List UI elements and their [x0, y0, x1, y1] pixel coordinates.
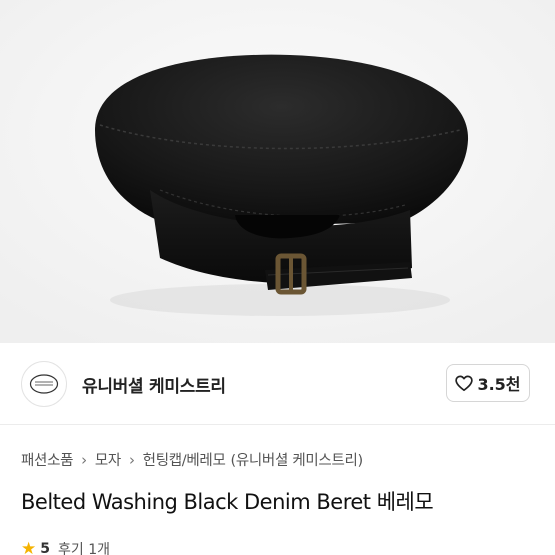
- breadcrumb: 패션소품 › 모자 › 헌팅캡/베레모 (유니버셜 케미스트리): [21, 449, 363, 470]
- review-count-link[interactable]: 후기 1개: [58, 539, 110, 555]
- store-logo-badge: [29, 374, 59, 394]
- store-logo[interactable]: [21, 361, 67, 407]
- like-button[interactable]: 3.5천: [446, 364, 530, 402]
- like-count: 3.5천: [477, 375, 521, 394]
- store-name[interactable]: 유니버셜 케미스트리: [82, 372, 226, 397]
- chevron-right-icon: ›: [128, 450, 135, 469]
- rating-score: 5: [40, 541, 50, 555]
- rating-row[interactable]: ★ 5 후기 1개: [21, 539, 110, 555]
- store-row: 유니버셜 케미스트리 3.5천: [0, 343, 555, 425]
- product-image[interactable]: [0, 0, 555, 343]
- heart-outline-icon: [455, 375, 474, 391]
- star-icon: ★: [21, 538, 37, 555]
- breadcrumb-item-subcategory[interactable]: 모자: [95, 449, 121, 470]
- chevron-right-icon: ›: [81, 450, 87, 469]
- breadcrumb-item-category[interactable]: 패션소품: [21, 449, 73, 470]
- breadcrumb-item-store[interactable]: (유니버셜 케미스트리): [231, 449, 364, 470]
- breadcrumb-item-type[interactable]: 헌팅캡/베레모: [143, 449, 226, 470]
- product-title: Belted Washing Black Denim Beret 베레모: [21, 490, 434, 514]
- beret-photo: [0, 0, 555, 343]
